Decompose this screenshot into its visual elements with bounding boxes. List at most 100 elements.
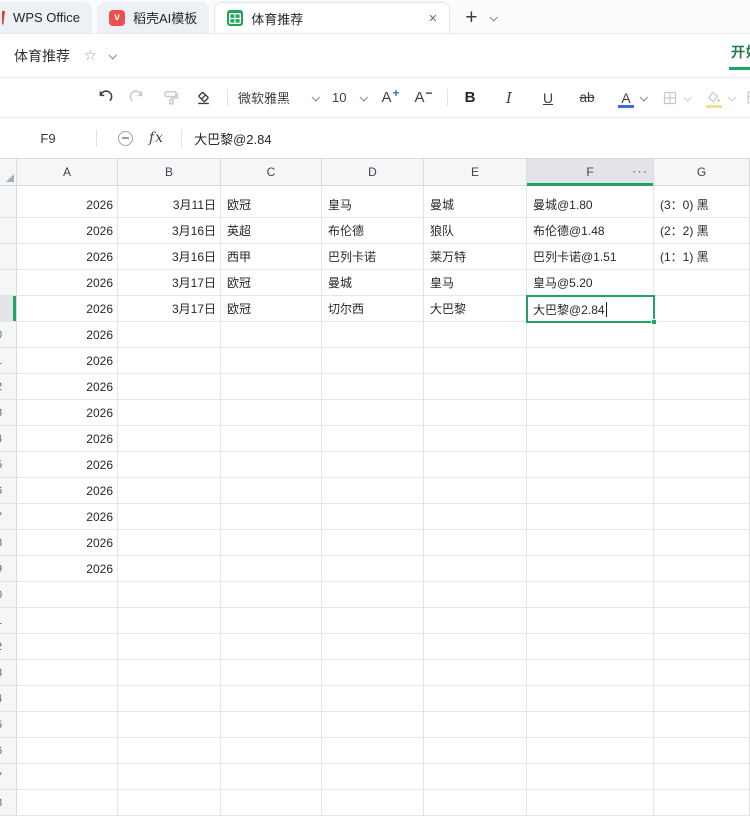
cell-G22[interactable] (654, 634, 750, 660)
cell-F28[interactable] (527, 790, 654, 816)
cell-C25[interactable] (221, 712, 322, 738)
cell-G8[interactable] (654, 270, 750, 296)
cell-F6[interactable]: 布伦德@1.48 (527, 218, 654, 244)
cell-F17[interactable] (527, 504, 654, 530)
eraser-icon[interactable] (191, 85, 215, 111)
cell-F15[interactable] (527, 452, 654, 478)
ribbon-tab-home[interactable]: 开始 (729, 34, 750, 77)
cell-C21[interactable] (221, 608, 322, 634)
undo-icon[interactable] (92, 85, 116, 111)
cell-B24[interactable] (118, 686, 221, 712)
favorite-star-icon[interactable]: ☆ (84, 47, 97, 64)
cell-D25[interactable] (322, 712, 424, 738)
tab-docer-ai-template[interactable]: ν 稻壳AI模板 (97, 2, 209, 33)
cell-D13[interactable] (322, 400, 424, 426)
font-size-select[interactable]: 10 (332, 90, 366, 105)
cell-A27[interactable] (17, 764, 118, 790)
cell-B13[interactable] (118, 400, 221, 426)
cell-D17[interactable] (322, 504, 424, 530)
cell-F23[interactable] (527, 660, 654, 686)
column-header-E[interactable]: E (424, 159, 527, 186)
chevron-down-icon[interactable] (639, 93, 647, 101)
cell-B5[interactable]: 3月11日 (118, 192, 221, 218)
cell-E28[interactable] (424, 790, 527, 816)
decrease-font-button[interactable]: A− (411, 85, 435, 111)
cell-G11[interactable] (654, 348, 750, 374)
cell-E25[interactable] (424, 712, 527, 738)
cell-C17[interactable] (221, 504, 322, 530)
cell-A18[interactable]: 2026 (17, 530, 118, 556)
column-header-C[interactable]: C (221, 159, 322, 186)
formula-input[interactable]: 大巴黎@2.84 (194, 129, 272, 148)
cell-B26[interactable] (118, 738, 221, 764)
cell-G25[interactable] (654, 712, 750, 738)
cell-F16[interactable] (527, 478, 654, 504)
row-header-28[interactable]: 8 (0, 790, 17, 816)
close-tab-icon[interactable]: × (429, 11, 438, 26)
cell-E17[interactable] (424, 504, 527, 530)
cell-G7[interactable]: (1：1) 黑 (654, 244, 750, 270)
cell-C26[interactable] (221, 738, 322, 764)
circle-minus-icon[interactable] (118, 131, 133, 146)
cell-D15[interactable] (322, 452, 424, 478)
cell-A22[interactable] (17, 634, 118, 660)
cell-C9[interactable]: 欧冠 (221, 296, 322, 322)
cell-A19[interactable]: 2026 (17, 556, 118, 582)
cell-F20[interactable] (527, 582, 654, 608)
cell-F8[interactable]: 皇马@5.20 (527, 270, 654, 296)
cell-E26[interactable] (424, 738, 527, 764)
cell-F18[interactable] (527, 530, 654, 556)
increase-font-button[interactable]: A+ (378, 85, 402, 111)
cell-A15[interactable]: 2026 (17, 452, 118, 478)
cell-E15[interactable] (424, 452, 527, 478)
format-painter-icon[interactable] (158, 85, 182, 111)
cell-F11[interactable] (527, 348, 654, 374)
cell-D28[interactable] (322, 790, 424, 816)
row-header-19[interactable]: 9 (0, 556, 17, 582)
column-header-B[interactable]: B (118, 159, 221, 186)
cell-G24[interactable] (654, 686, 750, 712)
cell-C10[interactable] (221, 322, 322, 348)
row-header-13[interactable]: 3 (0, 400, 17, 426)
cell-D8[interactable]: 曼城 (322, 270, 424, 296)
column-menu-icon[interactable]: ··· (632, 163, 648, 178)
cell-F10[interactable] (527, 322, 654, 348)
cell-B17[interactable] (118, 504, 221, 530)
cell-C15[interactable] (221, 452, 322, 478)
cell-B15[interactable] (118, 452, 221, 478)
cell-G28[interactable] (654, 790, 750, 816)
row-header-16[interactable]: 6 (0, 478, 17, 504)
cell-B16[interactable] (118, 478, 221, 504)
cell-G23[interactable] (654, 660, 750, 686)
cell-G13[interactable] (654, 400, 750, 426)
borders-button[interactable] (658, 85, 682, 111)
cell-E10[interactable] (424, 322, 527, 348)
row-header-20[interactable]: 0 (0, 582, 17, 608)
cell-A17[interactable]: 2026 (17, 504, 118, 530)
cell-B10[interactable] (118, 322, 221, 348)
cell-D5[interactable]: 皇马 (322, 192, 424, 218)
redo-icon[interactable] (125, 85, 149, 111)
cell-B11[interactable] (118, 348, 221, 374)
cell-D23[interactable] (322, 660, 424, 686)
cell-E21[interactable] (424, 608, 527, 634)
font-name-select[interactable]: 微软雅黑 (238, 88, 318, 107)
cell-A13[interactable]: 2026 (17, 400, 118, 426)
cell-F27[interactable] (527, 764, 654, 790)
cell-B9[interactable]: 3月17日 (118, 296, 221, 322)
row-header-8[interactable] (0, 270, 17, 296)
cell-A6[interactable]: 2026 (17, 218, 118, 244)
cell-B14[interactable] (118, 426, 221, 452)
cell-B8[interactable]: 3月17日 (118, 270, 221, 296)
cell-E11[interactable] (424, 348, 527, 374)
cell-C13[interactable] (221, 400, 322, 426)
row-header-22[interactable]: 2 (0, 634, 17, 660)
cell-E24[interactable] (424, 686, 527, 712)
title-chevron-icon[interactable] (108, 51, 116, 59)
cell-E8[interactable]: 皇马 (424, 270, 527, 296)
cell-D6[interactable]: 布伦德 (322, 218, 424, 244)
column-header-G[interactable]: G (654, 159, 750, 186)
cell-C6[interactable]: 英超 (221, 218, 322, 244)
row-header-6[interactable] (0, 218, 17, 244)
italic-button[interactable]: I (497, 85, 521, 111)
